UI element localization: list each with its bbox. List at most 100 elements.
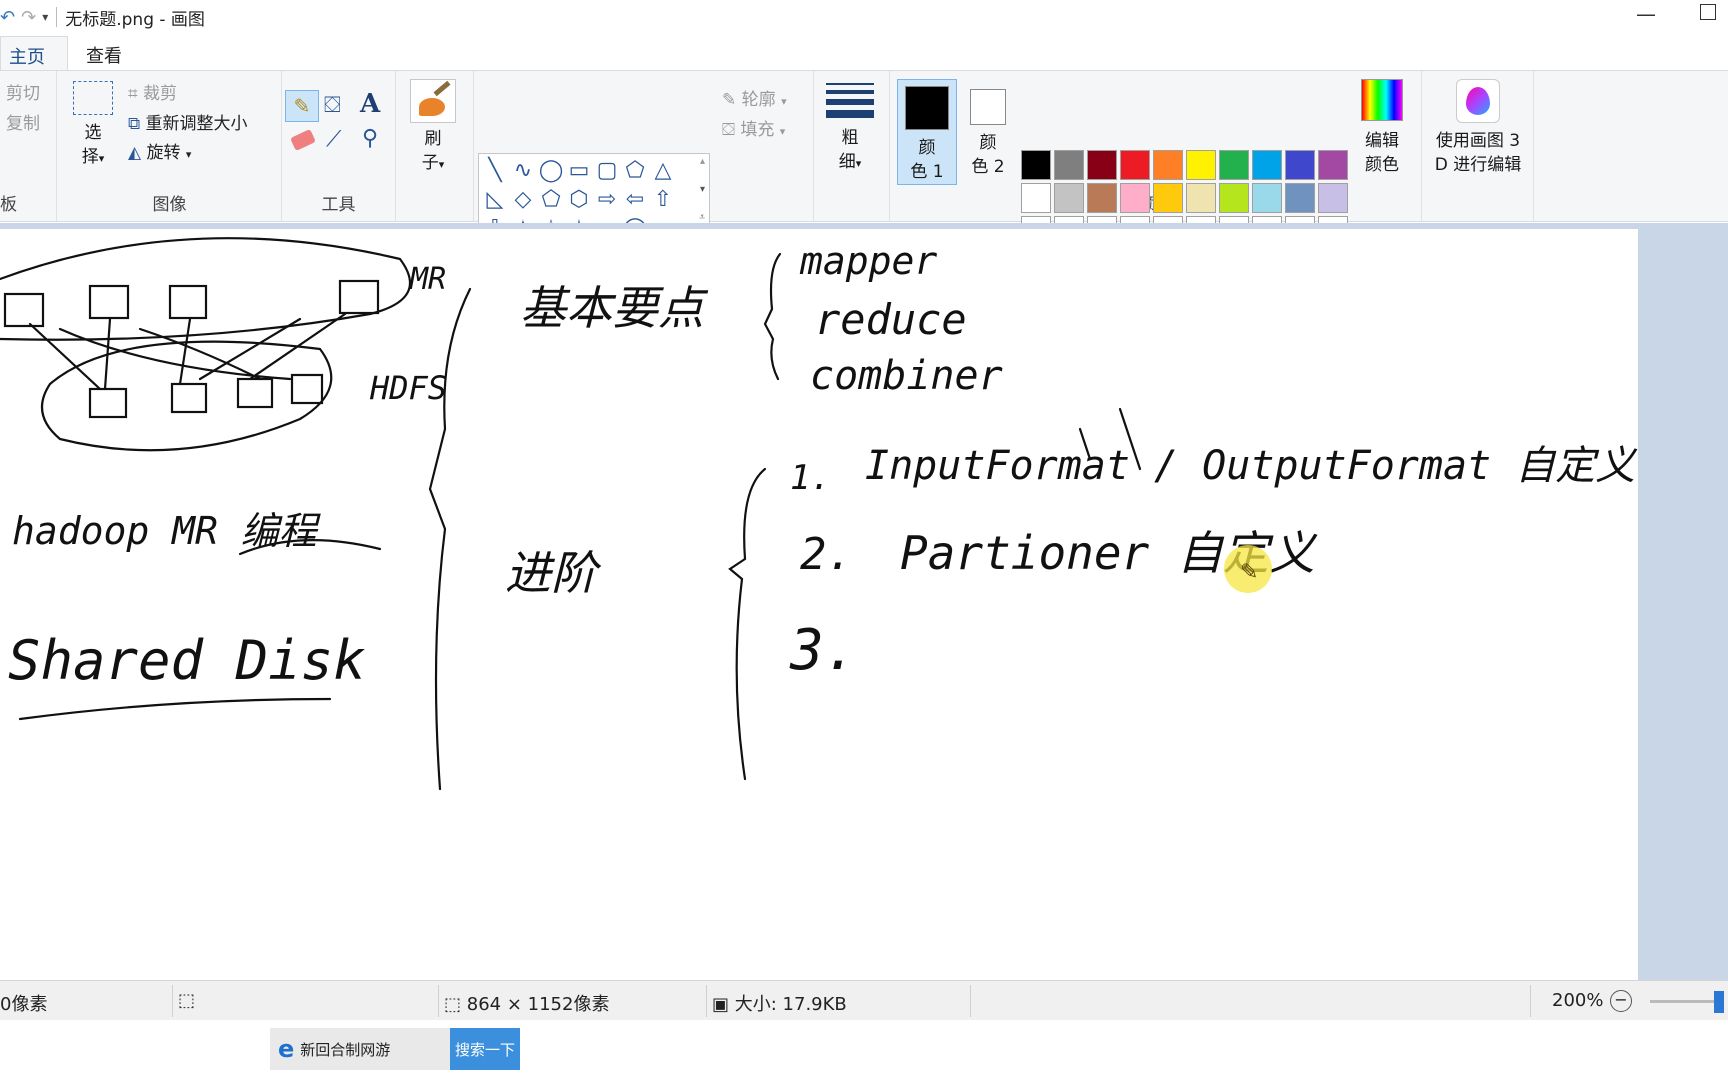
edit-colors-button[interactable]: 编辑 颜色 <box>1354 79 1410 177</box>
color1-button[interactable]: 颜 色 1 <box>897 79 957 185</box>
palette-swatch[interactable] <box>1219 150 1249 180</box>
palette-swatch[interactable] <box>1153 183 1183 213</box>
tools-group: ✎ ⛋ A ⟋ ⚲ 工具 <box>282 71 396 221</box>
fill-button[interactable]: ⛋ 填充 ▾ <box>722 115 785 140</box>
magnifier-icon: ⚲ <box>362 126 379 151</box>
zoom-slider[interactable] <box>1650 1000 1722 1003</box>
palette-swatch[interactable] <box>1252 183 1282 213</box>
palette-swatch[interactable] <box>1021 183 1051 213</box>
select-label-2: 择▾ <box>81 147 105 167</box>
palette-swatch[interactable] <box>1087 150 1117 180</box>
select-label-1: 选 <box>84 123 102 143</box>
color-picker-tool[interactable]: ⟋ <box>326 127 341 152</box>
shape-item[interactable]: ▭ <box>565 156 593 185</box>
brace-advanced <box>728 467 767 781</box>
size-label-1: 粗 <box>841 128 859 148</box>
palette-swatch[interactable] <box>1054 150 1084 180</box>
eraser-tool[interactable] <box>290 129 316 151</box>
palette-swatch[interactable] <box>1219 183 1249 213</box>
status-separator <box>172 985 173 1017</box>
shape-item[interactable]: ▢ <box>593 156 621 185</box>
gallery-scroll-down[interactable]: ▾ <box>700 184 705 195</box>
tab-home[interactable]: 主页 <box>0 36 68 70</box>
select-icon <box>73 81 113 115</box>
color-wheel-icon <box>1361 79 1403 121</box>
outline-button[interactable]: ✎ 轮廓 ▾ <box>722 85 787 110</box>
shape-item[interactable]: ⇦ <box>621 185 649 214</box>
palette-swatch[interactable] <box>1252 150 1282 180</box>
color1-swatch <box>905 86 949 130</box>
zoom-slider-thumb[interactable] <box>1714 991 1724 1013</box>
palette-swatch[interactable] <box>1186 183 1216 213</box>
palette-swatch[interactable] <box>1054 183 1084 213</box>
status-bar: 0像素 ⬚ ⬚ 864 × 1152像素 ▣ 大小: 17.9KB 200% − <box>0 980 1728 1020</box>
underline-shared-disk <box>18 697 332 721</box>
select-button[interactable]: 选 择▾ <box>70 81 116 171</box>
workspace[interactable]: MR HDFS 基本要点 mapper reduce combiner 1. I… <box>0 223 1728 981</box>
palette-swatch[interactable] <box>1318 183 1348 213</box>
shape-item[interactable]: ◯ <box>537 156 565 185</box>
palette-swatch[interactable] <box>1120 150 1150 180</box>
shape-item[interactable]: ◇ <box>509 185 537 214</box>
color1-label-2: 色 1 <box>910 162 944 182</box>
paint3d-button[interactable]: 使用画图 3 D 进行编辑 <box>1428 79 1528 177</box>
window-title: 无标题.png - 画图 <box>65 9 205 30</box>
node-box <box>3 292 45 328</box>
cut-button[interactable]: 剪切 <box>6 79 40 104</box>
gallery-scroll-up[interactable]: ▴ <box>700 156 705 167</box>
zoom-level: 200% <box>1552 990 1604 1011</box>
palette-swatch[interactable] <box>1021 150 1051 180</box>
text-tool[interactable]: A <box>360 89 380 119</box>
size-button[interactable]: 粗 细▾ <box>824 79 876 176</box>
palette-swatch[interactable] <box>1285 150 1315 180</box>
shape-item[interactable]: ◺ <box>481 185 509 214</box>
taskbar-search-button[interactable]: 搜索一下 <box>450 1028 520 1070</box>
minimize-button[interactable]: — <box>1636 2 1656 26</box>
crop-button[interactable]: ⌗ 裁剪 <box>128 79 177 104</box>
resize-icon: ⧉ <box>128 114 141 134</box>
shape-item[interactable]: ⬠ <box>621 156 649 185</box>
customize-dropdown-icon[interactable]: ▾ <box>42 10 48 24</box>
brush-button[interactable]: 刷 子▾ <box>408 79 458 177</box>
palette-swatch[interactable] <box>1285 183 1315 213</box>
color2-button[interactable]: 颜 色 2 <box>958 79 1018 185</box>
copy-button[interactable]: 复制 <box>6 109 40 134</box>
svg-text:InputFormat / OutputFormat 自定义: InputFormat / OutputFormat 自定义 <box>865 443 1638 489</box>
selection-size-icon: ⬚ <box>178 990 196 1011</box>
shape-item[interactable]: ⬡ <box>565 185 593 214</box>
maximize-button[interactable] <box>1700 4 1716 20</box>
resize-button[interactable]: ⧉ 重新调整大小 <box>128 109 248 134</box>
tools-group-label: 工具 <box>321 195 356 215</box>
drawing-canvas[interactable]: MR HDFS 基本要点 mapper reduce combiner 1. I… <box>0 229 1638 981</box>
canvas-size: ⬚ 864 × 1152像素 <box>444 994 610 1015</box>
undo-icon[interactable]: ↶ <box>0 7 15 28</box>
palette-swatch[interactable] <box>1186 150 1216 180</box>
svg-text:HDFS: HDFS <box>369 369 447 407</box>
clipboard-group-label: 板 <box>0 195 17 215</box>
redo-icon[interactable]: ↷ <box>21 7 36 28</box>
shape-item[interactable]: ⇨ <box>593 185 621 214</box>
palette-swatch[interactable] <box>1318 150 1348 180</box>
rotate-button[interactable]: ◭ 旋转 ▾ <box>128 138 191 163</box>
gallery-expand[interactable]: ⩡ <box>699 212 705 223</box>
node-box <box>290 373 324 405</box>
magnifier-tool[interactable]: ⚲ <box>362 126 378 151</box>
pencil-tool[interactable]: ✎ <box>285 90 319 122</box>
fill-bucket-icon: ⛋ <box>324 93 341 118</box>
shape-item[interactable]: ╲ <box>481 156 509 185</box>
shape-item[interactable]: ⬠ <box>537 185 565 214</box>
palette-swatch[interactable] <box>1120 183 1150 213</box>
shape-item[interactable]: △ <box>649 156 677 185</box>
svg-text:进阶: 进阶 <box>505 546 602 600</box>
palette-swatch[interactable] <box>1087 183 1117 213</box>
size-group: 粗 细▾ <box>814 71 890 221</box>
fill-tool[interactable]: ⛋ <box>324 93 341 118</box>
zoom-out-button[interactable]: − <box>1610 990 1632 1012</box>
shape-item[interactable]: ∿ <box>509 156 537 185</box>
pencil-cursor-icon: ✎ <box>1240 560 1258 585</box>
shape-item[interactable]: ⇧ <box>649 185 677 214</box>
tab-view[interactable]: 查看 <box>68 36 144 70</box>
taskbar-app[interactable]: e 新回合制网游 <box>270 1028 450 1070</box>
palette-swatch[interactable] <box>1153 150 1183 180</box>
canvas-size-icon: ⬚ <box>444 994 462 1015</box>
